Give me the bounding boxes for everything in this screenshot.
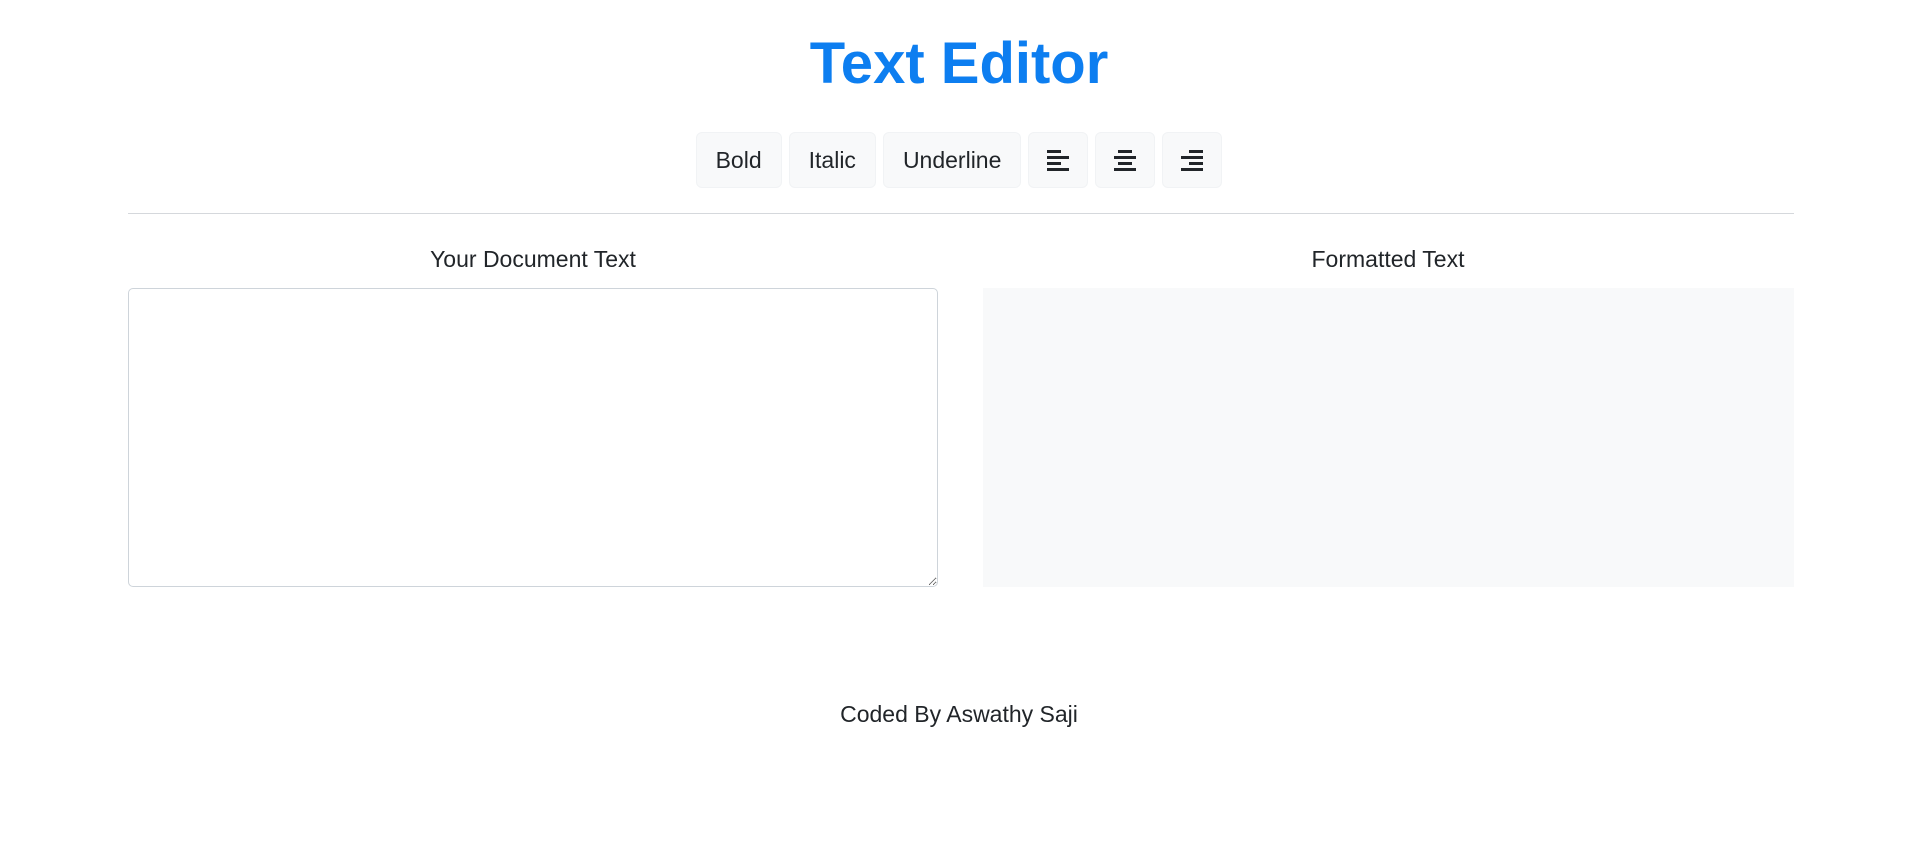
align-right-icon (1181, 150, 1204, 171)
page-title: Text Editor (809, 31, 1109, 96)
text-editor-page: Text Editor Bold Italic Underline Your D… (0, 0, 1918, 862)
align-right-button[interactable] (1162, 132, 1223, 188)
align-left-icon (1047, 150, 1070, 171)
align-left-button[interactable] (1028, 132, 1089, 188)
align-center-button[interactable] (1095, 132, 1156, 188)
underline-button[interactable]: Underline (882, 132, 1022, 188)
formatting-toolbar: Bold Italic Underline (0, 132, 1918, 188)
align-center-icon (1114, 150, 1137, 171)
bold-button[interactable]: Bold (695, 132, 782, 188)
formatted-text-preview (983, 288, 1794, 587)
document-text-label: Your Document Text (430, 246, 636, 272)
document-text-input[interactable] (128, 288, 938, 587)
formatted-text-label: Formatted Text (1311, 246, 1465, 272)
italic-button[interactable]: Italic (788, 132, 876, 188)
toolbar-divider (128, 213, 1794, 214)
footer-credit: Coded By Aswathy Saji (840, 701, 1078, 727)
